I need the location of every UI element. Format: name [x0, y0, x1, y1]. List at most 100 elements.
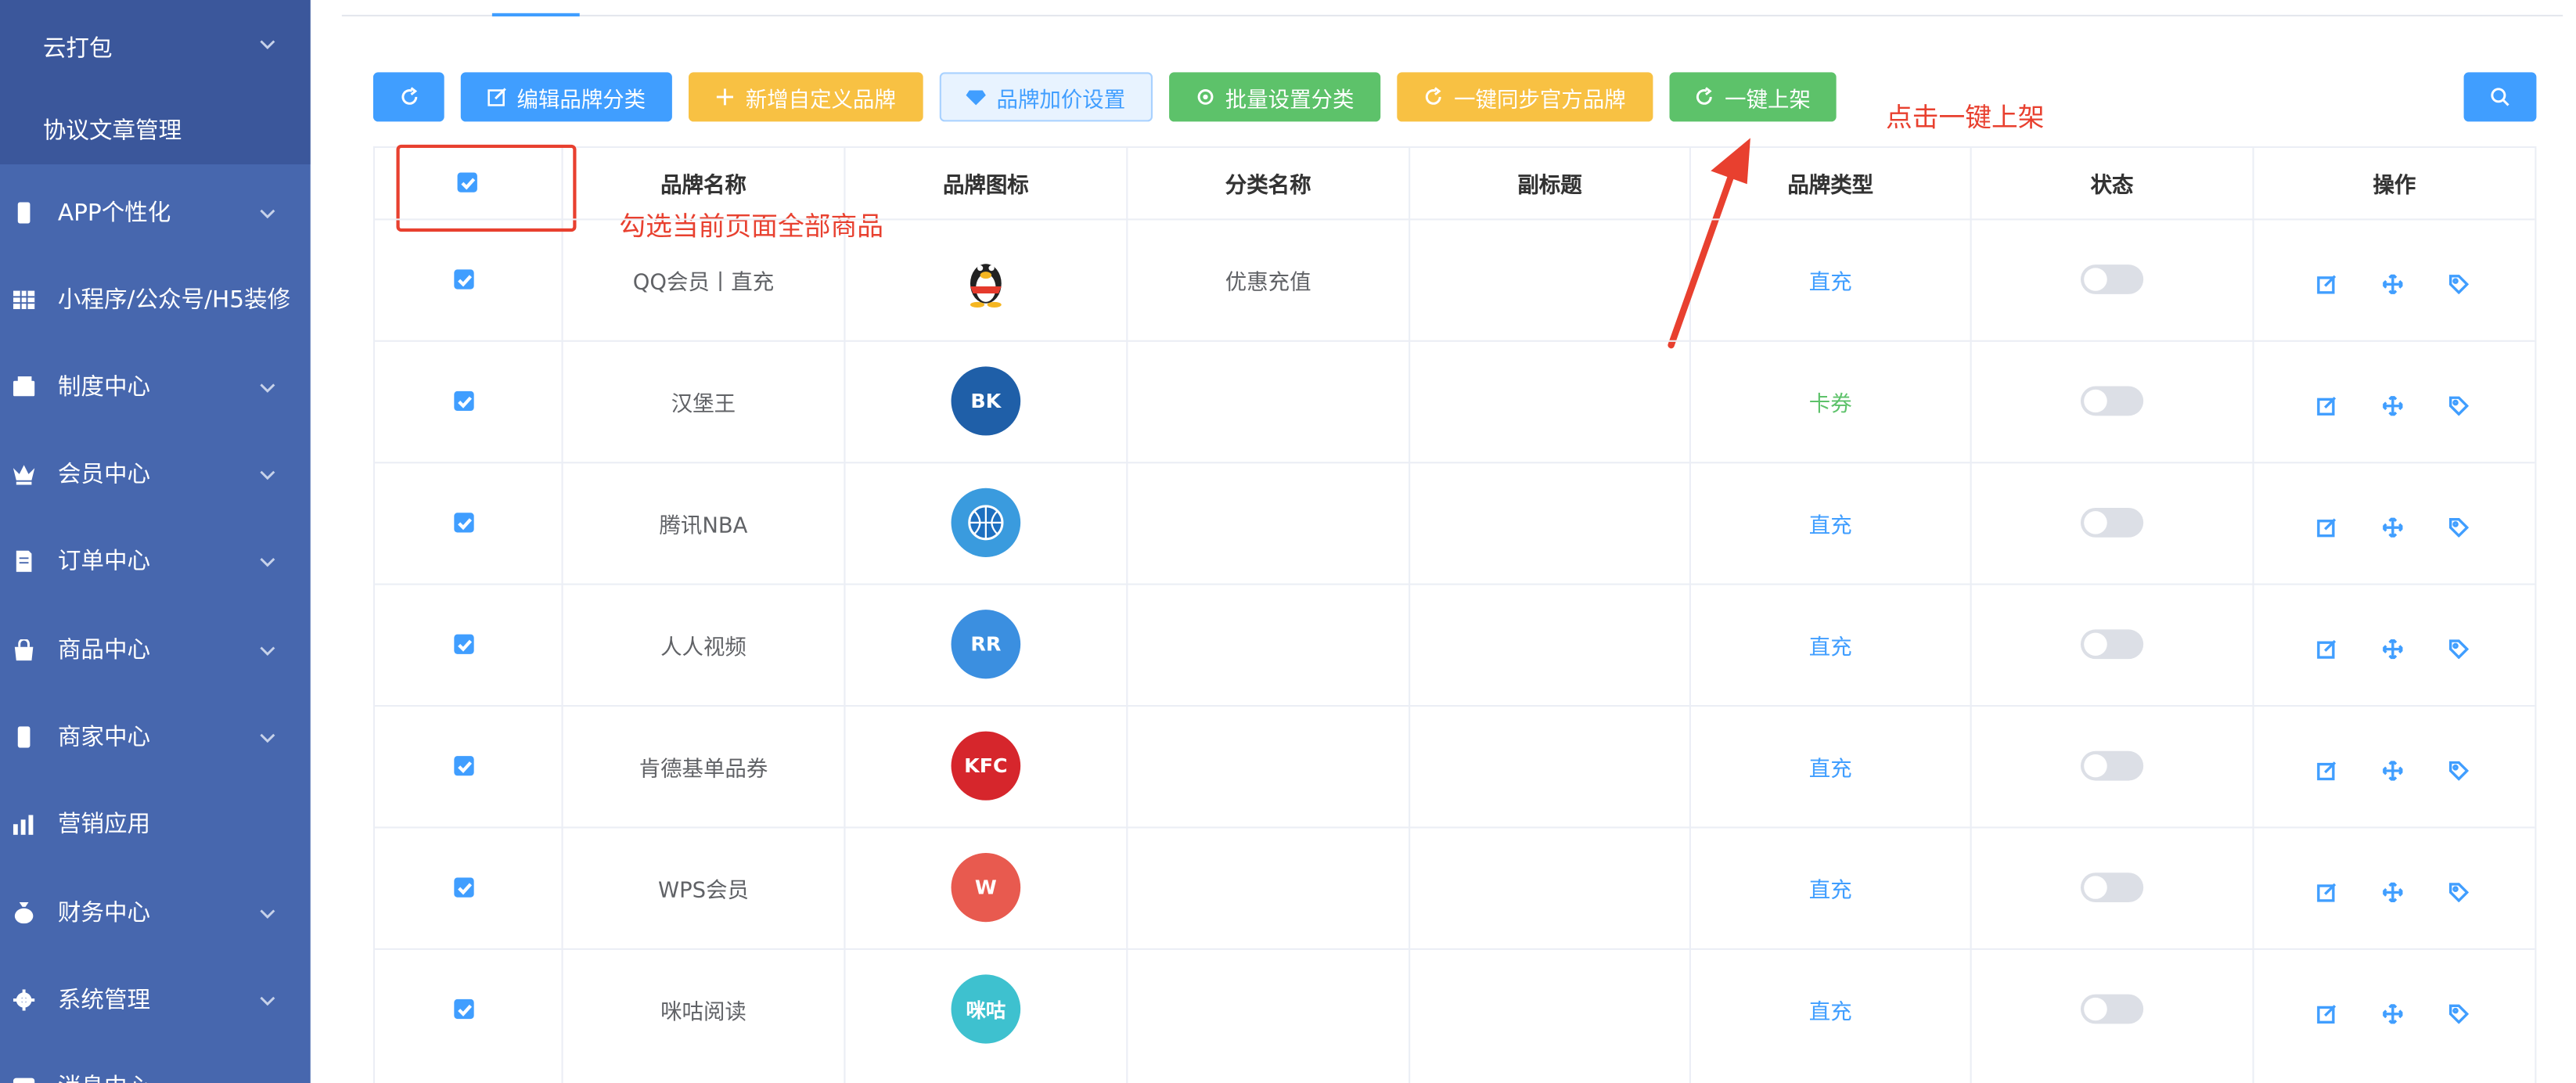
edit-action[interactable]	[2317, 269, 2337, 294]
refresh-button[interactable]	[372, 72, 444, 122]
diamond-icon	[966, 90, 987, 106]
move-icon	[2381, 881, 2404, 904]
move-action[interactable]	[2381, 999, 2404, 1025]
edit-action[interactable]	[2317, 756, 2337, 781]
row-checkbox[interactable]	[454, 513, 474, 533]
move-action[interactable]	[2381, 269, 2404, 296]
category-cell	[1128, 826, 1409, 948]
row-checkbox[interactable]	[454, 269, 474, 290]
sidebar-item-message[interactable]: 消息中心	[0, 1053, 311, 1083]
bar-chart-icon	[12, 811, 35, 834]
add-custom-brand-button[interactable]: 新增自定义品牌	[688, 72, 923, 122]
edit-icon	[2317, 761, 2337, 781]
edit-action[interactable]	[2317, 635, 2337, 659]
row-checkbox[interactable]	[454, 390, 474, 412]
brand-type-cell: 直充	[1808, 999, 1852, 1025]
sidebar-item-label: 会员中心	[57, 462, 151, 488]
chevron-down-icon	[259, 202, 275, 219]
move-action[interactable]	[2381, 635, 2404, 660]
sidebar-item-finance[interactable]: 财务中心	[0, 880, 311, 945]
sidebar-item-merchant[interactable]: 商家中心	[0, 703, 311, 769]
one-click-list-label: 一键上架	[1725, 88, 1811, 113]
edit-action[interactable]	[2317, 391, 2337, 416]
edit-icon	[2317, 397, 2337, 416]
move-action[interactable]	[2381, 878, 2404, 904]
chevron-down-icon	[259, 726, 275, 743]
category-cell	[1128, 462, 1409, 583]
chevron-down-icon	[259, 989, 275, 1006]
edit-brand-category-button[interactable]: 编辑品牌分类	[460, 72, 672, 122]
status-toggle[interactable]	[2080, 264, 2144, 294]
row-checkbox[interactable]	[454, 998, 474, 1020]
one-click-list-button[interactable]: 一键上架	[1669, 72, 1837, 122]
toggle-knob	[2084, 268, 2107, 291]
wallet-icon	[12, 375, 35, 398]
logo-text: 咪咕	[966, 998, 1006, 1022]
qq-penguin-logo	[951, 244, 1021, 315]
row-checkbox[interactable]	[454, 877, 474, 898]
sidebar-item-app[interactable]: APP个性化	[0, 179, 311, 245]
row-checkbox[interactable]	[454, 756, 474, 776]
tag-action[interactable]	[2448, 999, 2470, 1024]
tag-action[interactable]	[2448, 756, 2470, 781]
edit-brand-category-label: 编辑品牌分类	[516, 88, 646, 113]
check-icon	[457, 274, 471, 286]
tag-icon	[2448, 275, 2470, 295]
move-icon	[2381, 516, 2404, 538]
sidebar-item-label: 消息中心	[58, 1070, 150, 1083]
tag-action[interactable]	[2448, 635, 2470, 660]
brand-type-cell: 直充	[1808, 757, 1852, 782]
status-toggle[interactable]	[2080, 507, 2144, 538]
kfc-logo: KFC	[951, 731, 1021, 801]
sidebar-subitem-agreement[interactable]: 协议文章管理	[43, 113, 182, 146]
category-cell	[1128, 584, 1409, 705]
subtitle-cell	[1410, 218, 1689, 340]
move-action[interactable]	[2381, 513, 2404, 538]
edit-action[interactable]	[2317, 999, 2337, 1024]
status-toggle[interactable]	[2080, 386, 2144, 416]
crown-icon	[12, 462, 35, 484]
sidebar-item-marketing[interactable]: 营销应用	[0, 790, 311, 856]
sidebar-item-member[interactable]: 会员中心	[0, 441, 311, 506]
row-checkbox[interactable]	[454, 634, 474, 654]
column-divider	[2535, 148, 2537, 1083]
check-icon	[457, 395, 471, 408]
sidebar-subitem-cloud-pack-row	[0, 10, 311, 76]
status-toggle[interactable]	[2080, 873, 2144, 903]
move-action[interactable]	[2381, 391, 2404, 417]
toggle-knob	[2084, 632, 2107, 656]
brand-type-cell: 卡券	[1808, 391, 1852, 417]
subtitle-cell	[1410, 826, 1689, 948]
sidebar-item-system-center[interactable]: 制度中心	[0, 354, 311, 419]
logo-text: RR	[970, 632, 1002, 656]
toggle-knob	[2084, 511, 2107, 534]
check-icon	[457, 882, 471, 894]
tag-action[interactable]	[2448, 391, 2470, 416]
batch-set-category-button[interactable]: 批量设置分类	[1169, 72, 1381, 122]
sidebar-item-label: 系统管理	[57, 988, 151, 1014]
edit-action[interactable]	[2317, 878, 2337, 902]
column-divider	[844, 148, 846, 1083]
edit-action[interactable]	[2317, 513, 2337, 538]
sidebar-item-system[interactable]: 系统管理	[0, 966, 311, 1032]
toggle-knob	[2084, 876, 2107, 899]
tag-action[interactable]	[2448, 269, 2470, 295]
check-icon	[457, 1003, 471, 1016]
tag-action[interactable]	[2448, 878, 2470, 903]
column-divider	[2252, 148, 2254, 1083]
sidebar-item-order[interactable]: 订单中心	[0, 527, 311, 593]
sync-official-brand-button[interactable]: 一键同步官方品牌	[1397, 72, 1653, 122]
status-toggle[interactable]	[2080, 994, 2144, 1024]
sidebar-item-miniprogram[interactable]: 小程序/公众号/H5装修	[0, 266, 311, 332]
basketball-logo	[951, 488, 1021, 557]
status-toggle[interactable]	[2080, 750, 2144, 781]
subtitle-cell	[1410, 705, 1689, 826]
tag-icon	[2448, 761, 2470, 781]
status-toggle[interactable]	[2080, 629, 2144, 660]
brand-price-settings-button[interactable]: 品牌加价设置	[939, 72, 1153, 122]
move-action[interactable]	[2381, 756, 2404, 782]
tag-action[interactable]	[2448, 513, 2470, 538]
search-button[interactable]	[2463, 72, 2537, 122]
sidebar-item-goods[interactable]: 商品中心	[0, 617, 311, 682]
subtitle-cell	[1410, 462, 1689, 583]
